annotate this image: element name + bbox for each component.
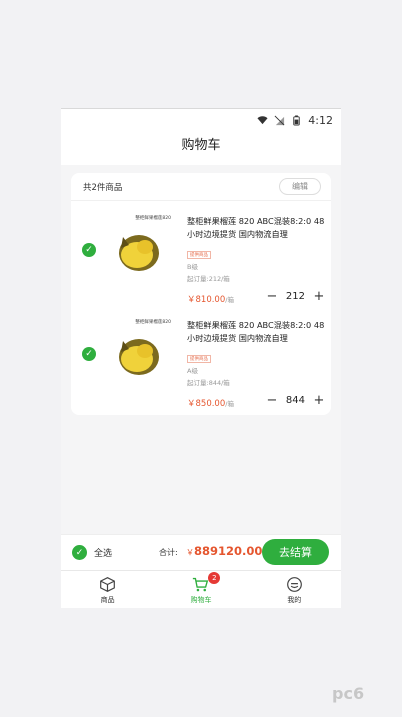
- item-price: ￥810.00: [187, 295, 226, 305]
- checkout-bar: ✓ 全选 合计: ￥889120.00 去结算: [61, 534, 341, 570]
- app-screen: 4:12 购物车 共2件商品 编辑 ✓ 整柜鲜果榴莲820 整柜鲜果榴莲 820…: [61, 108, 341, 608]
- cart-icon: [193, 577, 209, 591]
- item-checkbox[interactable]: ✓: [82, 347, 96, 361]
- cart-card: 共2件商品 编辑 ✓ 整柜鲜果榴莲820 整柜鲜果榴莲 820 ABC混装8:2…: [71, 173, 331, 415]
- cart-header: 共2件商品 编辑: [71, 173, 331, 201]
- increase-button[interactable]: +: [313, 290, 325, 303]
- image-label: 整柜鲜果榴莲820: [135, 320, 171, 325]
- checkout-button[interactable]: 去结算: [262, 539, 329, 565]
- user-icon: [286, 576, 302, 592]
- item-price: ￥850.00: [187, 399, 226, 409]
- quantity-stepper: − 212 +: [266, 290, 325, 303]
- cart-item: ✓ 整柜鲜果榴莲820 整柜鲜果榴莲 820 ABC混装8:2:0 48小时边境…: [71, 205, 331, 309]
- tab-label: 购物车: [190, 595, 212, 604]
- product-title[interactable]: 整柜鲜果榴莲 820 ABC混装8:2:0 48小时边境提货 国内物流自理: [187, 319, 325, 345]
- status-time: 4:12: [308, 113, 333, 127]
- product-title[interactable]: 整柜鲜果榴莲 820 ABC混装8:2:0 48小时边境提货 国内物流自理: [187, 215, 325, 241]
- box-icon: [100, 576, 116, 592]
- product-image[interactable]: 整柜鲜果榴莲820: [109, 319, 171, 381]
- select-all-checkbox[interactable]: ✓: [72, 545, 87, 560]
- page-title: 购物车: [61, 131, 341, 165]
- wifi-icon: [257, 115, 268, 124]
- edit-button[interactable]: 编辑: [279, 178, 321, 195]
- cart-badge: 2: [208, 572, 221, 584]
- image-label: 整柜鲜果榴莲820: [135, 216, 171, 221]
- tab-profile[interactable]: 我的: [248, 571, 341, 608]
- quantity-value[interactable]: 844: [286, 395, 305, 406]
- total-value: 889120.00: [194, 544, 263, 558]
- product-grade: B级: [187, 263, 198, 271]
- tab-label: 我的: [287, 595, 302, 604]
- cart-item: ✓ 整柜鲜果榴莲820 整柜鲜果榴莲 820 ABC混装8:2:0 48小时边境…: [71, 309, 331, 413]
- price-unit: /箱: [225, 296, 234, 304]
- quantity-value[interactable]: 212: [286, 291, 305, 302]
- price-group: ￥850.00/箱: [187, 391, 234, 410]
- durian-image: [119, 339, 159, 375]
- tab-bar: 商品 2 购物车 我的: [61, 570, 341, 608]
- total-amount: ￥889120.00: [186, 544, 262, 558]
- item-info: 整柜鲜果榴莲 820 ABC混装8:2:0 48小时边境提货 国内物流自理 提供…: [187, 215, 325, 306]
- decrease-button[interactable]: −: [266, 394, 278, 407]
- durian-image: [119, 235, 159, 271]
- decrease-button[interactable]: −: [266, 290, 278, 303]
- product-grade: A级: [187, 367, 198, 375]
- tab-label: 商品: [100, 595, 115, 604]
- item-info: 整柜鲜果榴莲 820 ABC混装8:2:0 48小时边境提货 国内物流自理 提供…: [187, 319, 325, 410]
- tab-cart[interactable]: 2 购物车: [154, 571, 247, 608]
- tab-products[interactable]: 商品: [61, 571, 154, 608]
- min-order: 起订量:212/箱: [187, 275, 230, 283]
- increase-button[interactable]: +: [313, 394, 325, 407]
- product-tag: 提供商品: [187, 355, 211, 363]
- select-all-label[interactable]: 全选: [94, 546, 112, 559]
- price-unit: /箱: [225, 400, 234, 408]
- product-tag: 提供商品: [187, 251, 211, 259]
- total-label: 合计:: [159, 548, 178, 557]
- price-group: ￥810.00/箱: [187, 287, 234, 306]
- item-count: 共2件商品: [83, 182, 123, 193]
- quantity-stepper: − 844 +: [266, 394, 325, 407]
- min-order: 起订量:844/箱: [187, 379, 230, 387]
- watermark-logo: pc6: [332, 684, 365, 703]
- product-image[interactable]: 整柜鲜果榴莲820: [109, 215, 171, 277]
- status-bar: 4:12: [61, 109, 341, 131]
- no-signal-icon: [274, 115, 285, 125]
- price-row: ￥850.00/箱 − 844 +: [187, 391, 325, 410]
- price-row: ￥810.00/箱 − 212 +: [187, 287, 325, 306]
- item-checkbox[interactable]: ✓: [82, 243, 96, 257]
- battery-icon: [293, 114, 301, 126]
- total-currency: ￥: [186, 548, 194, 557]
